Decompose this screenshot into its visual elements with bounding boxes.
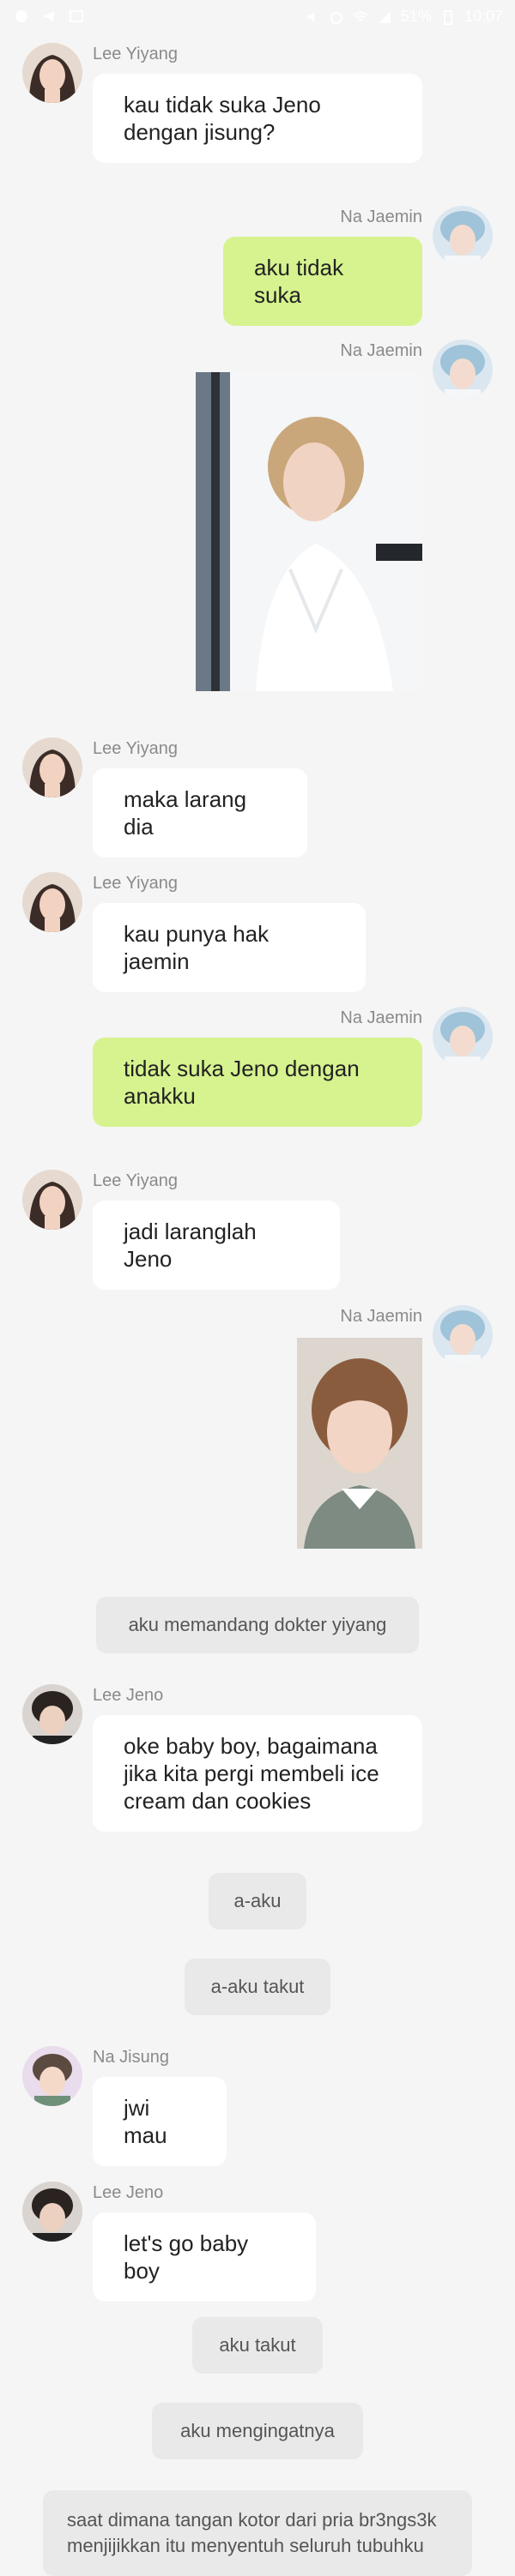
photo-blond-boy[interactable]	[196, 372, 422, 691]
status-icons-right: 51% 10:07	[305, 8, 503, 26]
narration-text: aku memandang dokter yiyang	[96, 1597, 419, 1653]
avatar-lee-yiyang[interactable]	[22, 872, 82, 932]
sender-name: Lee Yiyang	[93, 1171, 178, 1190]
message-bubble: jadi laranglah Jeno	[93, 1201, 340, 1290]
avatar-na-jaemin[interactable]	[433, 206, 493, 266]
alarm-icon	[329, 9, 344, 25]
message-bubble: aku tidak suka	[223, 237, 422, 326]
sender-name: Lee Yiyang	[93, 739, 178, 758]
avatar-na-jisung[interactable]	[22, 2046, 82, 2106]
message-bubble: oke baby boy, bagaimana jika kita pergi …	[93, 1715, 422, 1832]
message-bubble: kau punya hak jaemin	[93, 903, 366, 992]
status-icons-left	[14, 9, 84, 24]
avatar-na-jaemin[interactable]	[433, 1305, 493, 1365]
notification-icon	[14, 9, 29, 24]
battery-percent: 51%	[400, 8, 432, 25]
sender-name: Na Jisung	[93, 2048, 169, 2067]
telegram-icon	[41, 9, 57, 24]
avatar-lee-jeno[interactable]	[22, 2182, 82, 2242]
message-bubble: let's go baby boy	[93, 2212, 316, 2302]
sender-name: Na Jaemin	[340, 1307, 422, 1326]
avatar-na-jaemin[interactable]	[433, 1007, 493, 1067]
avatar-lee-jeno[interactable]	[22, 1684, 82, 1744]
avatar-na-jaemin[interactable]	[433, 340, 493, 400]
sender-name: Lee Jeno	[93, 1686, 164, 1705]
wifi-icon	[353, 9, 368, 25]
battery-icon	[440, 9, 456, 25]
signal-icon	[377, 9, 392, 25]
sender-name: Lee Jeno	[93, 2183, 164, 2202]
message-bubble: tidak suka Jeno dengan anakku	[93, 1038, 422, 1127]
status-bar: 51% 10:07	[0, 0, 515, 34]
sender-name: Na Jaemin	[340, 341, 422, 360]
narration-text: aku mengingatnya	[152, 2403, 363, 2459]
narration-text: a-aku takut	[185, 1959, 330, 2015]
narration-text: saat dimana tangan kotor dari pria br3ng…	[43, 2490, 472, 2576]
mute-icon	[305, 9, 320, 25]
sender-name: Lee Yiyang	[93, 874, 178, 893]
sender-name: Na Jaemin	[340, 208, 422, 226]
message-bubble: maka larang dia	[93, 768, 307, 858]
gallery-icon	[69, 9, 84, 24]
message-bubble: jwi mau	[93, 2077, 227, 2166]
status-time: 10:07	[464, 8, 503, 25]
sender-name: Na Jaemin	[340, 1008, 422, 1027]
narration-text: aku takut	[192, 2317, 323, 2374]
narration-text: a-aku	[209, 1873, 306, 1929]
avatar-lee-yiyang[interactable]	[22, 737, 82, 797]
message-bubble: kau tidak suka Jeno dengan jisung?	[93, 74, 422, 163]
avatar-lee-yiyang[interactable]	[22, 1170, 82, 1230]
avatar-lee-yiyang[interactable]	[22, 43, 82, 103]
sender-name: Lee Yiyang	[93, 45, 178, 63]
photo-brown-hair-boy[interactable]	[297, 1338, 422, 1549]
